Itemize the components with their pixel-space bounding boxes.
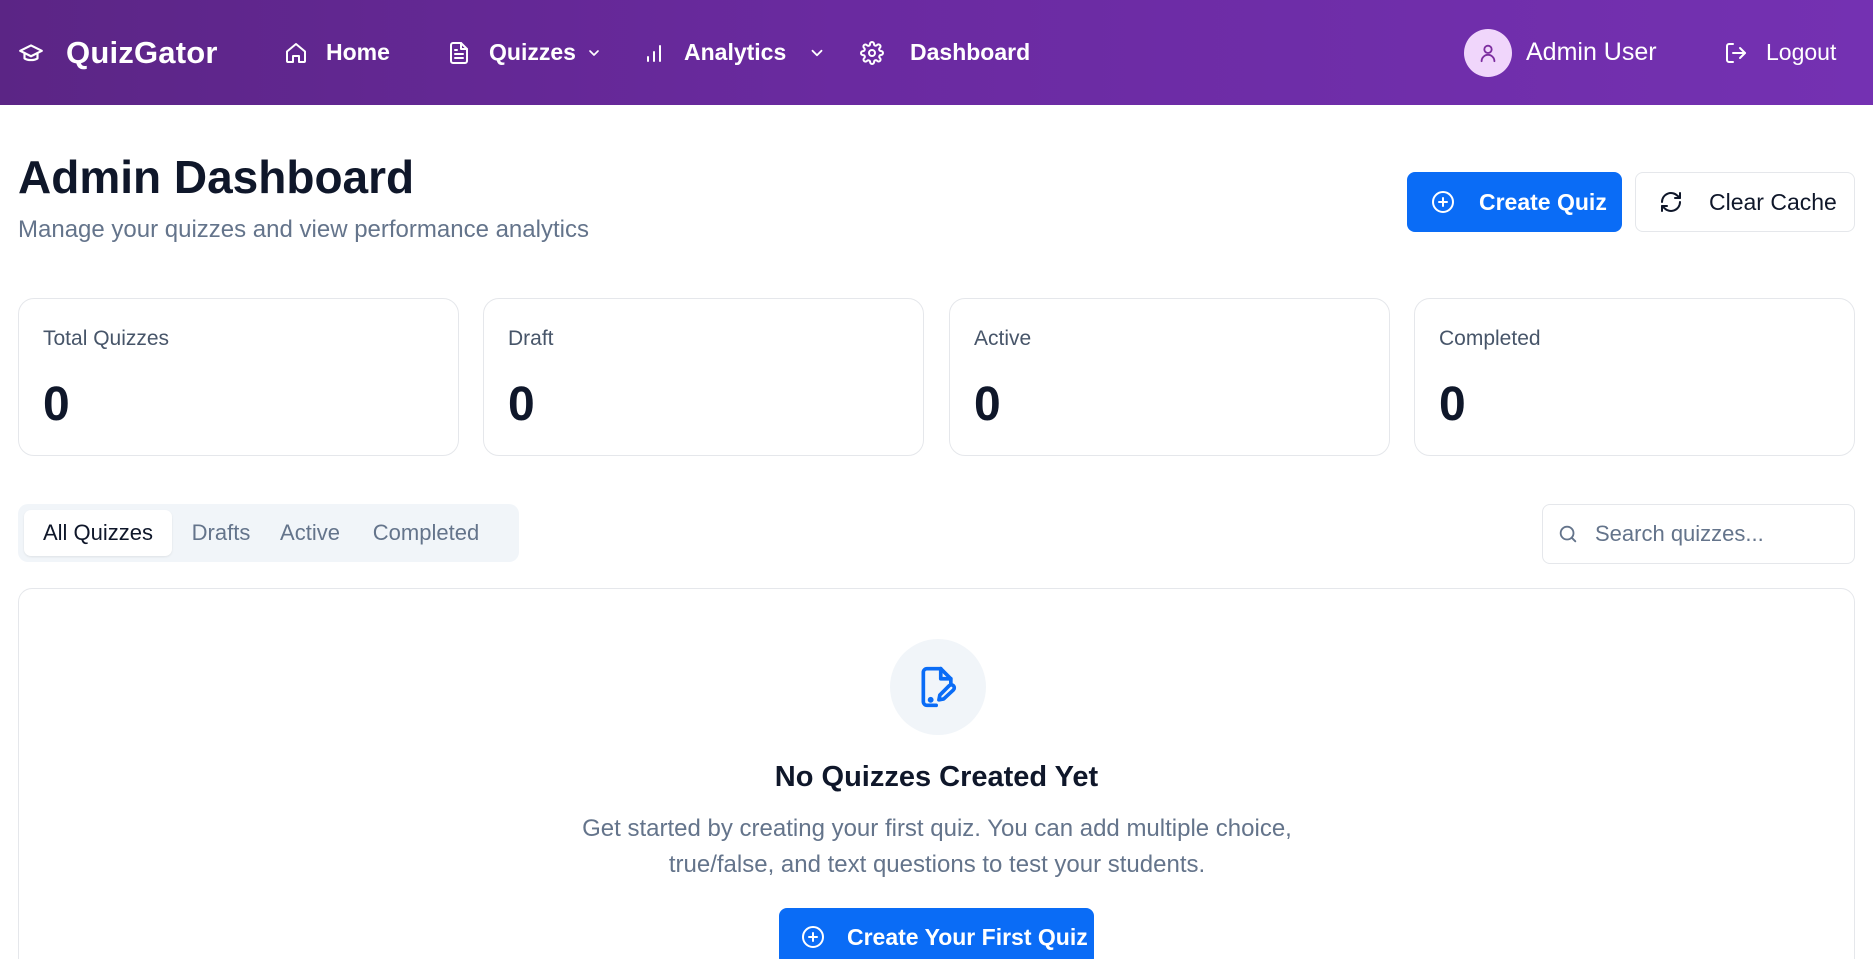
file-text-icon bbox=[447, 41, 471, 65]
stat-card-completed: Completed 0 bbox=[1414, 298, 1855, 456]
user-menu[interactable]: Admin User bbox=[1464, 0, 1657, 105]
plus-circle-icon bbox=[801, 925, 825, 949]
logout-button[interactable]: Logout bbox=[1724, 0, 1836, 105]
chevron-down-icon bbox=[808, 44, 826, 62]
bar-chart-icon bbox=[642, 41, 666, 65]
home-icon bbox=[284, 41, 308, 65]
stat-label: Completed bbox=[1439, 327, 1541, 350]
clear-cache-label: Clear Cache bbox=[1709, 188, 1837, 215]
graduation-cap-icon[interactable] bbox=[18, 0, 44, 105]
empty-state-title: No Quizzes Created Yet bbox=[774, 761, 1099, 793]
nav-dashboard-link[interactable]: Dashboard bbox=[860, 0, 1030, 105]
nav-home-link[interactable]: Home bbox=[284, 0, 390, 105]
logout-icon bbox=[1724, 41, 1748, 65]
search-icon bbox=[1557, 523, 1579, 545]
nav-analytics-label: Analytics bbox=[684, 39, 787, 65]
tab-completed[interactable]: Completed bbox=[350, 510, 502, 556]
refresh-icon bbox=[1659, 190, 1683, 214]
brand-name[interactable]: QuizGator bbox=[66, 0, 218, 105]
nav-dashboard-label: Dashboard bbox=[910, 39, 1031, 65]
quiz-filter-tabs: All Quizzes Drafts Active Completed bbox=[18, 504, 519, 562]
stat-label: Draft bbox=[508, 327, 554, 350]
plus-circle-icon bbox=[1431, 190, 1455, 214]
stat-card-active: Active 0 bbox=[949, 298, 1390, 456]
stat-label: Active bbox=[974, 327, 1032, 350]
empty-state-icon-circle bbox=[890, 639, 986, 735]
stat-card-total-quizzes: Total Quizzes 0 bbox=[18, 298, 459, 456]
logout-label: Logout bbox=[1766, 39, 1837, 65]
user-name: Admin User bbox=[1526, 38, 1657, 66]
create-quiz-button[interactable]: Create Quiz bbox=[1407, 172, 1622, 232]
stat-value: 0 bbox=[43, 378, 70, 431]
stat-value: 0 bbox=[974, 378, 1001, 431]
create-quiz-label: Create Quiz bbox=[1479, 188, 1607, 215]
stat-card-draft: Draft 0 bbox=[483, 298, 924, 456]
create-first-quiz-button[interactable]: Create Your First Quiz bbox=[779, 908, 1094, 959]
file-edit-icon bbox=[916, 665, 960, 709]
search-input[interactable] bbox=[1595, 521, 1835, 547]
create-first-quiz-label: Create Your First Quiz bbox=[847, 923, 1088, 950]
gear-icon bbox=[860, 40, 884, 65]
page-title: Admin Dashboard bbox=[18, 151, 415, 203]
user-icon bbox=[1477, 42, 1499, 64]
tab-all-quizzes[interactable]: All Quizzes bbox=[24, 510, 172, 556]
tab-drafts[interactable]: Drafts bbox=[172, 510, 270, 556]
stat-value: 0 bbox=[508, 378, 535, 431]
nav-analytics-dropdown[interactable]: Analytics bbox=[642, 0, 826, 105]
clear-cache-button[interactable]: Clear Cache bbox=[1635, 172, 1855, 232]
stat-label: Total Quizzes bbox=[43, 327, 170, 350]
search-box bbox=[1542, 504, 1855, 564]
top-navbar: QuizGator Home Quizzes Analytics Dashboa… bbox=[0, 0, 1873, 105]
page-subtitle: Manage your quizzes and view performance… bbox=[18, 216, 589, 243]
nav-quizzes-label: Quizzes bbox=[489, 39, 576, 65]
empty-state-description: Get started by creating your first quiz.… bbox=[582, 815, 1292, 878]
quiz-list-panel: No Quizzes Created Yet Get started by cr… bbox=[18, 588, 1855, 959]
tab-active[interactable]: Active bbox=[270, 510, 350, 556]
stat-value: 0 bbox=[1439, 378, 1466, 431]
nav-quizzes-dropdown[interactable]: Quizzes bbox=[447, 0, 602, 105]
nav-home-label: Home bbox=[326, 39, 390, 65]
avatar bbox=[1464, 28, 1512, 77]
chevron-down-icon bbox=[586, 45, 602, 61]
